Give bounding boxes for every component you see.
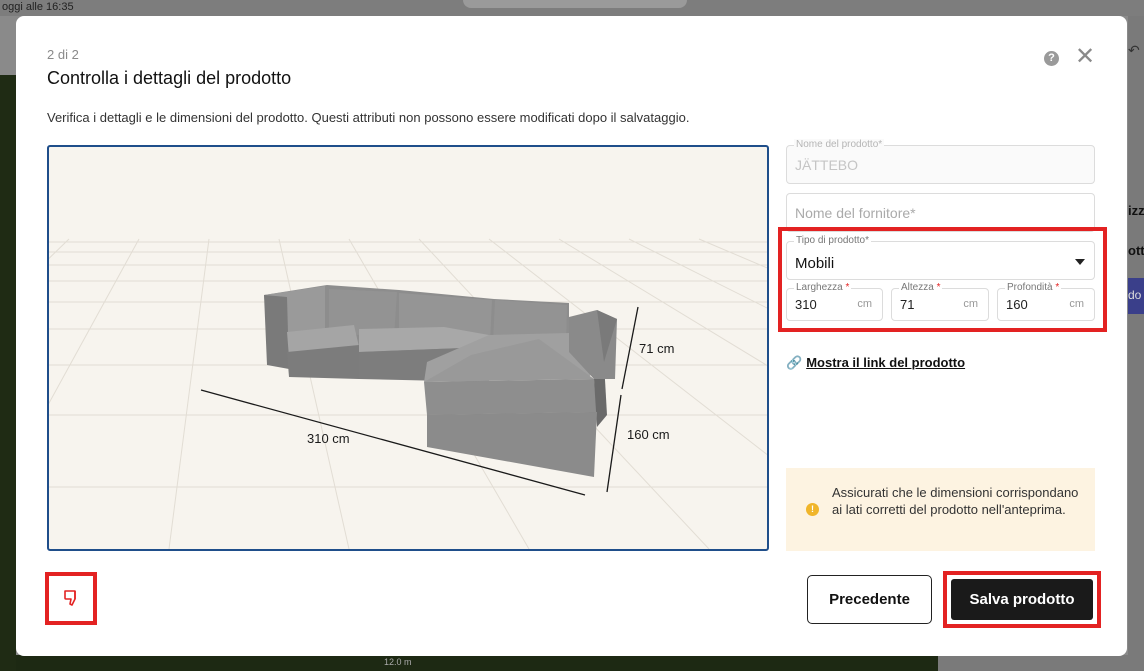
background-panel-right: ↶ izz otti do: [1128, 16, 1144, 671]
product-name-field: Nome del prodotto* JÄTTEBO: [786, 139, 1095, 184]
preview-canvas: 310 cm 71 cm 160 cm: [49, 238, 767, 549]
product-type-label: Tipo di prodotto*: [794, 235, 872, 246]
depth-input[interactable]: Profondità * 160 cm: [997, 282, 1095, 321]
modal-subtitle: Verifica i dettagli e le dimensioni del …: [47, 110, 690, 125]
previous-button[interactable]: Precedente: [807, 575, 932, 624]
supplier-name-placeholder: Nome del fornitore*: [795, 205, 916, 221]
height-unit: cm: [963, 298, 978, 310]
show-product-link-label: Mostra il link del prodotto: [806, 355, 966, 370]
product-type-value: Mobili: [795, 255, 835, 272]
chevron-down-icon: [1075, 259, 1085, 265]
background-text-2: otti: [1128, 243, 1144, 258]
height-value: 71: [900, 297, 915, 312]
width-unit: cm: [857, 298, 872, 310]
height-input[interactable]: Altezza * 71 cm: [891, 282, 989, 321]
product-name-label: Nome del prodotto*: [794, 139, 885, 150]
dimensions-notice: ! Assicurati che le dimensioni corrispon…: [786, 468, 1095, 551]
step-indicator: 2 di 2: [47, 47, 79, 62]
width-dimension-label: 310 cm: [307, 431, 350, 446]
show-product-link[interactable]: 🔗 Mostra il link del prodotto: [786, 355, 965, 371]
product-name-value: JÄTTEBO: [795, 157, 859, 173]
scale-label: 12.0 m: [384, 657, 412, 667]
background-tab-pill: [463, 0, 687, 8]
warning-icon: !: [806, 503, 819, 516]
floor-grid: [49, 238, 767, 549]
close-icon[interactable]: ✕: [1074, 45, 1096, 69]
notice-text: Assicurati che le dimensioni corrisponda…: [832, 485, 1079, 517]
background-topbar: oggi alle 16:35: [0, 0, 1144, 16]
background-button: do: [1128, 278, 1144, 314]
background-floorplan-bottom: 12.0 m: [16, 655, 938, 671]
background-text-1: izz: [1128, 203, 1144, 218]
height-label: Altezza *: [899, 282, 943, 293]
height-dimension-label: 71 cm: [639, 341, 674, 356]
feedback-button[interactable]: [45, 572, 97, 625]
depth-unit: cm: [1069, 298, 1084, 310]
product-3d-preview[interactable]: 310 cm 71 cm 160 cm: [47, 145, 769, 551]
depth-value: 160: [1006, 297, 1028, 312]
width-input[interactable]: Larghezza * 310 cm: [786, 282, 883, 321]
link-icon: 🔗: [786, 355, 803, 370]
width-value: 310: [795, 297, 817, 312]
save-product-button[interactable]: Salva prodotto: [951, 579, 1093, 620]
depth-dimension-label: 160 cm: [627, 427, 670, 442]
highlight-save: Salva prodotto: [943, 571, 1101, 628]
question-circle-icon[interactable]: ?: [1044, 51, 1059, 66]
thumbs-down-icon: [64, 590, 76, 606]
product-details-modal: 2 di 2 Controlla i dettagli del prodotto…: [16, 16, 1127, 656]
width-label: Larghezza *: [794, 282, 852, 293]
saved-status: oggi alle 16:35: [2, 1, 74, 13]
modal-title: Controlla i dettagli del prodotto: [47, 68, 292, 88]
undo-icon: ↶: [1128, 42, 1140, 58]
depth-label: Profondità *: [1005, 282, 1062, 293]
product-type-select[interactable]: Tipo di prodotto* Mobili: [786, 235, 1095, 280]
background-bottom-right: [938, 655, 1144, 671]
background-floorplan-left: [0, 75, 16, 671]
sofa-model: [264, 285, 617, 477]
